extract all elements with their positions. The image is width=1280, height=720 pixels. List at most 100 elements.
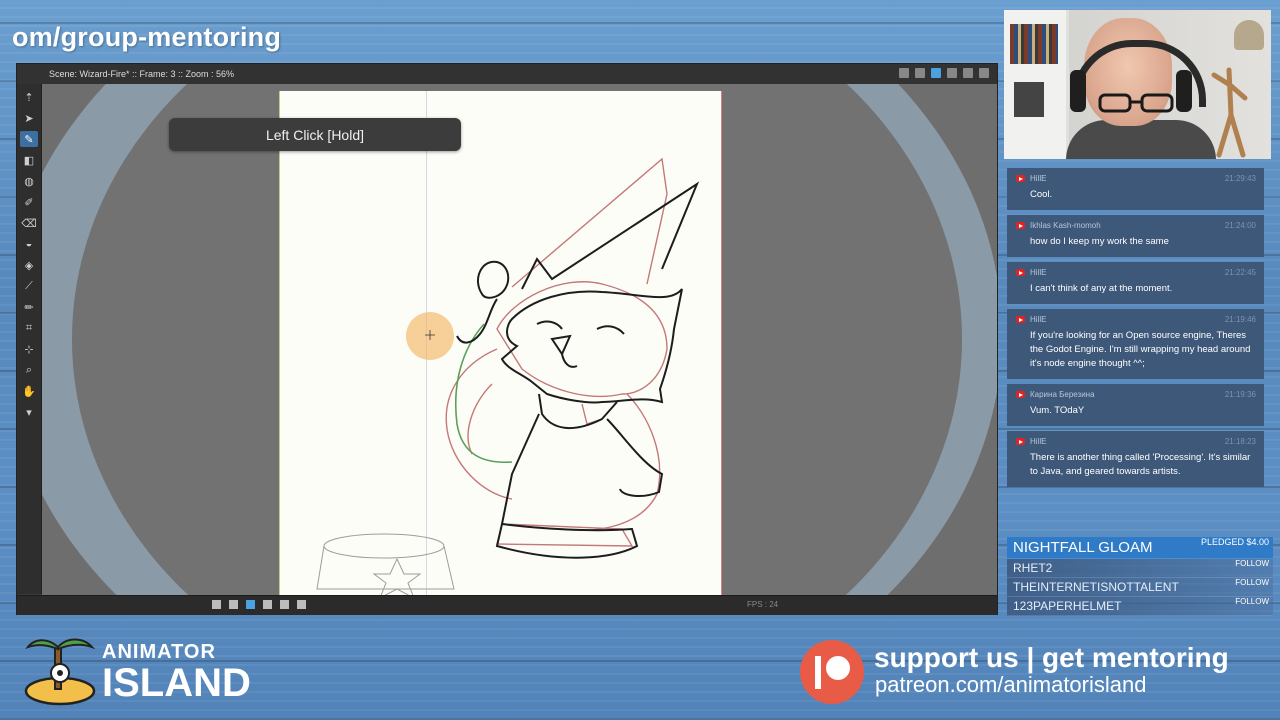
next-frame-icon[interactable] — [263, 600, 272, 609]
wizard-cat-sketch — [316, 157, 700, 595]
youtube-icon — [1016, 391, 1025, 398]
fps-readout: FPS : 24 — [747, 600, 779, 609]
drawing-canvas[interactable]: Left Click [Hold] — [42, 84, 997, 595]
supporter-name: NIGHTFALL GLOAM — [1013, 539, 1153, 556]
chat-time: 21:19:36 — [1224, 390, 1256, 399]
glasses — [1098, 93, 1174, 113]
webcam-wooden-figure — [1211, 67, 1248, 158]
more-icon[interactable]: ▾ — [20, 404, 38, 420]
pledge-badge: PLEDGED $4.00 — [1200, 537, 1269, 547]
paint-icon[interactable]: ✐ — [20, 194, 38, 210]
follower-row: 123PAPERHELMET FOLLOW — [1007, 597, 1273, 616]
chat-user: Карина Березина — [1030, 390, 1095, 399]
follower-row: RHET2 FOLLOW — [1007, 559, 1273, 578]
chat-message: HillE 21:19:46 If you're looking for an O… — [1007, 309, 1264, 379]
chat-message: Ikhlas Kash-momoh 21:24:00 how do I keep … — [1007, 215, 1264, 257]
tool-palette: ⇡ ➤ ✎ ◧ ◍ ✐ ⌫ ◒ ◈ ⟋ ✏ ⌗ ⊹ ⌕ ✋ ▾ — [17, 84, 42, 594]
island-icon — [24, 638, 96, 706]
pause-icon[interactable] — [979, 68, 989, 78]
fill-icon[interactable]: ◍ — [20, 173, 38, 189]
scene-info: Scene: Wizard-Fire* :: Frame: 3 :: Zoom … — [49, 69, 235, 79]
eraser-icon[interactable]: ⌫ — [20, 215, 38, 231]
chat-text: If you're looking for an Open source eng… — [1030, 330, 1251, 369]
chat-user: HillE — [1030, 174, 1047, 183]
chat-panel: HillE 21:29:43 Cool. Ikhlas Kash-momoh 21:… — [1007, 168, 1264, 528]
headphone-right — [1176, 70, 1192, 112]
chat-user: HillE — [1030, 268, 1047, 277]
ruler-icon[interactable]: ⌗ — [20, 320, 38, 336]
chat-message: Карина Березина 21:19:36 Vum. TOdaY — [1007, 384, 1264, 426]
chat-message: HillE 21:18:23 There is another thing cal… — [1007, 431, 1264, 487]
animation-editor-window: Scene: Wizard-Fire* :: Frame: 3 :: Zoom … — [16, 63, 998, 615]
bucket-icon[interactable]: ◈ — [20, 257, 38, 273]
prev-frame-icon[interactable] — [229, 600, 238, 609]
first-frame-icon[interactable] — [212, 600, 221, 609]
transform-icon[interactable]: ⊹ — [20, 341, 38, 357]
follow-badge: FOLLOW — [1235, 559, 1269, 568]
play-pause-icon[interactable] — [246, 600, 255, 609]
youtube-icon — [1016, 316, 1025, 323]
loop-icon[interactable] — [280, 600, 289, 609]
onion-skin-icon[interactable] — [931, 68, 941, 78]
camera-icon[interactable] — [947, 68, 957, 78]
hand-icon[interactable]: ✋ — [20, 383, 38, 399]
youtube-icon — [1016, 269, 1025, 276]
chat-time: 21:29:43 — [1224, 174, 1256, 183]
eyedropper-icon[interactable]: ⟋ — [20, 278, 38, 294]
follower-name: 123PAPERHELMET — [1013, 599, 1122, 613]
smudge-icon[interactable]: ◒ — [20, 236, 38, 252]
arrow-up-icon[interactable]: ⇡ — [20, 89, 38, 105]
pencil-icon[interactable]: ✏ — [20, 299, 38, 315]
webcam-person-body — [1066, 120, 1216, 159]
zoom-icon[interactable]: ⌕ — [20, 362, 38, 378]
mentoring-url-banner: om/group-mentoring — [12, 22, 282, 52]
chat-user: HillE — [1030, 437, 1047, 446]
youtube-icon — [1016, 175, 1025, 182]
follower-name: THEINTERNETISNOTTALENT — [1013, 580, 1179, 594]
follower-name: RHET2 — [1013, 561, 1053, 575]
chat-time: 21:18:23 — [1224, 437, 1256, 446]
support-tagline: support us | get mentoring — [874, 642, 1229, 673]
editor-titlebar: Scene: Wizard-Fire* :: Frame: 3 :: Zoom … — [17, 64, 997, 84]
last-frame-icon[interactable] — [297, 600, 306, 609]
webcam-bookshelf — [1004, 10, 1069, 159]
follow-badge: FOLLOW — [1235, 578, 1269, 587]
chat-text: Cool. — [1030, 189, 1053, 200]
webcam-feed — [1004, 10, 1271, 159]
youtube-icon — [1016, 222, 1025, 229]
settings-icon[interactable] — [963, 68, 973, 78]
chat-message: HillE 21:22:45 I can't think of any at th… — [1007, 262, 1264, 304]
chat-time: 21:22:45 — [1224, 268, 1256, 277]
chat-time: 21:24:00 — [1224, 221, 1256, 230]
logo-wordmark: ANIMATOR ISLAND — [102, 641, 251, 705]
patreon-icon — [800, 640, 864, 704]
layout-icon[interactable] — [899, 68, 909, 78]
top-supporter: NIGHTFALL GLOAM PLEDGED $4.00 — [1007, 537, 1273, 559]
shape-icon[interactable]: ◧ — [20, 152, 38, 168]
webcam-lamp — [1234, 20, 1264, 50]
animator-island-logo: ANIMATOR ISLAND — [22, 633, 251, 708]
chat-user: HillE — [1030, 315, 1047, 324]
brush-icon[interactable]: ✎ — [20, 131, 38, 147]
chat-user: Ikhlas Kash-momoh — [1030, 221, 1101, 230]
window-controls — [899, 68, 989, 78]
playback-controls — [212, 600, 306, 609]
youtube-icon — [1016, 438, 1025, 445]
chat-time: 21:19:46 — [1224, 315, 1256, 324]
supporters-list: NIGHTFALL GLOAM PLEDGED $4.00 RHET2 FOLL… — [1007, 537, 1273, 616]
chat-text: I can't think of any at the moment. — [1030, 283, 1173, 294]
follow-badge: FOLLOW — [1235, 597, 1269, 606]
chat-text: how do I keep my work the same — [1030, 236, 1169, 247]
select-icon[interactable]: ➤ — [20, 110, 38, 126]
patreon-url: patreon.com/animatorisland — [875, 672, 1147, 697]
grid-icon[interactable] — [915, 68, 925, 78]
chat-text: There is another thing called 'Processin… — [1030, 452, 1251, 477]
headphone-left — [1070, 70, 1086, 112]
timeline-bar: FPS : 24 — [17, 595, 997, 615]
input-hint-tooltip: Left Click [Hold] — [169, 118, 461, 151]
follower-row: THEINTERNETISNOTTALENT FOLLOW — [1007, 578, 1273, 597]
webcam-books — [1010, 24, 1058, 64]
chat-text: Vum. TOdaY — [1030, 405, 1085, 416]
chat-message: HillE 21:29:43 Cool. — [1007, 168, 1264, 210]
logo-line2: ISLAND — [102, 661, 251, 705]
